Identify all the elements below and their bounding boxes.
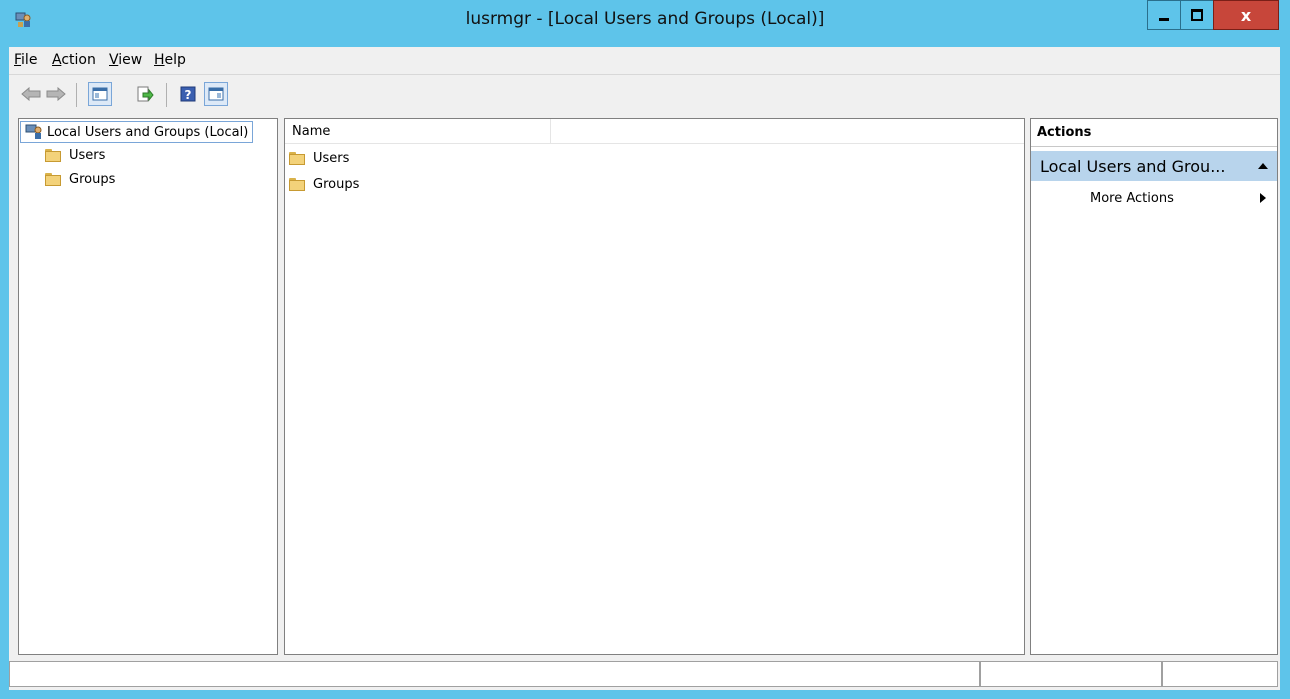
column-header-name[interactable]: Name <box>285 119 551 143</box>
show-hide-console-tree-icon <box>92 87 108 101</box>
menu-view[interactable]: View <box>109 52 142 68</box>
forward-button[interactable] <box>44 82 68 106</box>
tree-item-label: Groups <box>69 171 116 187</box>
help-icon: ? <box>180 86 196 102</box>
show-hide-console-tree-button[interactable] <box>88 82 112 106</box>
tree-root-local-users-and-groups[interactable]: Local Users and Groups (Local) <box>20 121 254 143</box>
title-bar[interactable]: lusrmgr - [Local Users and Groups (Local… <box>0 0 1290 40</box>
action-more-actions[interactable]: More Actions <box>1031 187 1277 209</box>
show-hide-action-pane-button[interactable] <box>204 82 228 106</box>
close-icon: x <box>1240 5 1252 25</box>
forward-icon <box>46 87 66 101</box>
menu-action[interactable]: Action <box>52 52 96 68</box>
toolbar-separator <box>166 83 167 107</box>
toolbar-separator <box>76 83 77 107</box>
menu-bar: File Action View Help <box>9 47 1280 74</box>
computer-users-icon <box>25 124 42 139</box>
minimize-button[interactable] <box>1147 0 1181 30</box>
status-cell-2 <box>980 661 1162 687</box>
results-list: Name Users Groups <box>284 118 1025 655</box>
close-button[interactable]: x <box>1213 0 1279 30</box>
folder-icon <box>289 177 305 191</box>
list-item-groups[interactable]: Groups <box>289 173 359 195</box>
console-tree: Local Users and Groups (Local) Users Gro… <box>18 118 278 655</box>
folder-icon <box>289 151 305 165</box>
actions-section-local-users-and-groups[interactable]: Local Users and Grou... <box>1031 151 1277 181</box>
export-list-button[interactable] <box>133 82 157 106</box>
actions-header: Actions <box>1031 119 1277 147</box>
list-header: Name <box>285 119 1024 144</box>
window-title: lusrmgr - [Local Users and Groups (Local… <box>465 9 825 29</box>
folder-icon <box>45 172 61 186</box>
menu-help[interactable]: Help <box>154 52 186 68</box>
actions-section-title: Local Users and Grou... <box>1040 156 1226 176</box>
actions-pane: Actions Local Users and Grou... More Act… <box>1030 118 1278 655</box>
back-icon <box>21 87 41 101</box>
list-item-users[interactable]: Users <box>289 147 349 169</box>
tree-item-groups[interactable]: Groups <box>45 168 115 190</box>
list-item-label: Groups <box>313 176 360 192</box>
export-list-icon <box>137 86 154 102</box>
folder-icon <box>45 148 61 162</box>
help-button[interactable]: ? <box>176 82 200 106</box>
tree-item-users[interactable]: Users <box>45 144 105 166</box>
menu-file[interactable]: File <box>14 52 37 68</box>
toolbar: ? <box>9 74 1280 115</box>
list-item-label: Users <box>313 150 350 166</box>
submenu-arrow-icon <box>1260 193 1266 203</box>
mmc-window: lusrmgr - [Local Users and Groups (Local… <box>0 0 1290 699</box>
maximize-icon <box>1191 9 1203 21</box>
action-label: More Actions <box>1090 190 1174 206</box>
svg-text:?: ? <box>185 88 192 102</box>
collapse-up-icon <box>1258 163 1268 169</box>
tree-root-label: Local Users and Groups (Local) <box>47 124 249 140</box>
back-button[interactable] <box>19 82 43 106</box>
status-bar <box>9 659 1280 690</box>
minimize-icon <box>1159 17 1169 21</box>
status-cell-main <box>9 661 980 687</box>
console-content: Local Users and Groups (Local) Users Gro… <box>9 114 1280 659</box>
maximize-button[interactable] <box>1180 0 1214 30</box>
show-hide-action-pane-icon <box>208 87 224 101</box>
status-cell-3 <box>1162 661 1278 687</box>
tree-item-label: Users <box>69 147 106 163</box>
